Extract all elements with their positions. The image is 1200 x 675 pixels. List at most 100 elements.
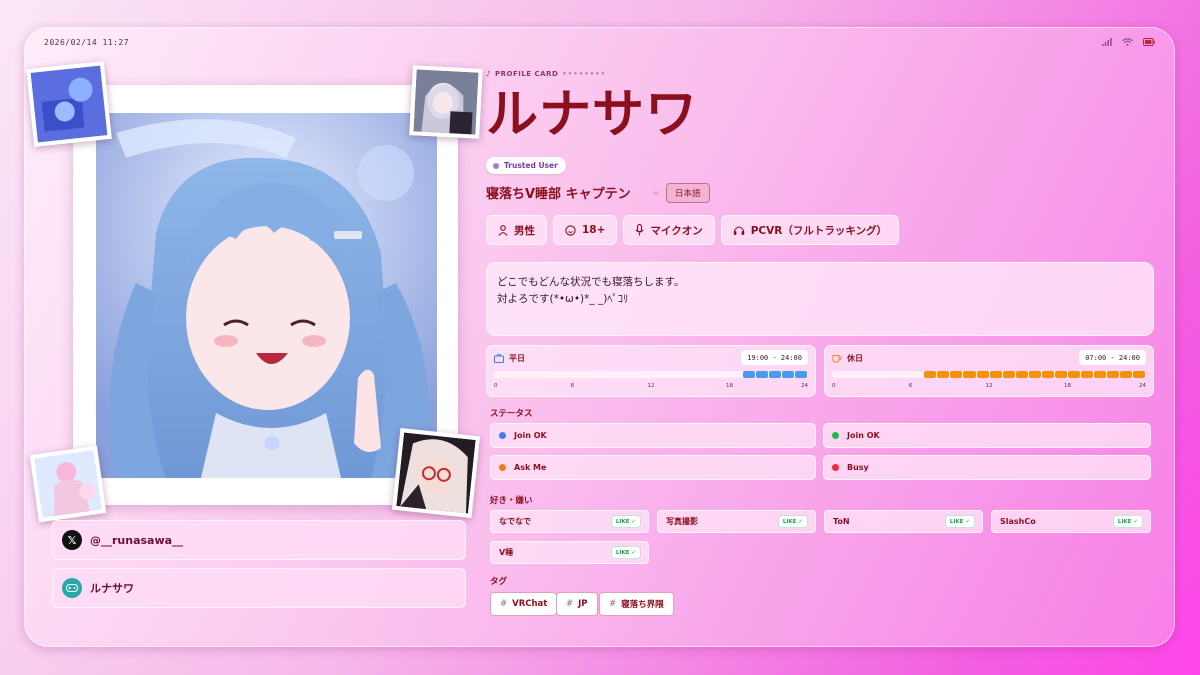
like-item: 写真撮影 LIKE ✓ bbox=[657, 510, 816, 533]
schedule-holiday: 休日 07:00 - 24:00 0 6 12 18 24 bbox=[824, 345, 1154, 397]
age-icon bbox=[565, 224, 576, 236]
holiday-text: 休日 bbox=[847, 354, 863, 363]
polaroid-top-right[interactable] bbox=[409, 65, 483, 139]
battery-icon bbox=[1143, 38, 1155, 46]
headset-icon bbox=[733, 225, 744, 235]
coffee-cup-icon bbox=[832, 355, 842, 363]
like-item: ToN LIKE ✓ bbox=[824, 510, 983, 533]
chip-gender-label: 男性 bbox=[514, 224, 535, 237]
status-dot-icon bbox=[499, 464, 506, 471]
chip-mic: マイクオン bbox=[623, 215, 715, 245]
hour-segment bbox=[911, 371, 923, 378]
like-label: V睡 bbox=[499, 548, 514, 557]
tick-label: 12 bbox=[647, 383, 655, 389]
person-icon bbox=[498, 224, 508, 236]
hour-segment bbox=[924, 371, 937, 378]
weekday-hours-bar bbox=[494, 371, 808, 378]
chip-platform: PCVR（フルトラッキング） bbox=[720, 215, 900, 245]
chip-mic-label: マイクオン bbox=[650, 224, 703, 237]
vrchat-account-row[interactable]: ルナサワ bbox=[52, 568, 466, 608]
like-badge-text: LIKE bbox=[1117, 518, 1132, 525]
snapshot-blue-room bbox=[30, 65, 108, 143]
music-note-icon: ♪ bbox=[486, 70, 491, 78]
hour-segment bbox=[859, 371, 871, 378]
polaroid-bottom-left[interactable] bbox=[29, 445, 107, 523]
hour-segment bbox=[898, 371, 910, 378]
hour-segment bbox=[833, 371, 845, 378]
like-label: 写真撮影 bbox=[666, 517, 698, 526]
like-badge-text: LIKE bbox=[782, 518, 797, 525]
datetime: 2026/02/14 11:27 bbox=[44, 37, 130, 47]
hour-segment bbox=[678, 371, 690, 378]
x-account-row[interactable]: 𝕏 @__runasawa__ bbox=[52, 520, 466, 560]
kicker-label: PROFILE CARD bbox=[494, 70, 559, 78]
language-badge: 日本語 bbox=[666, 183, 710, 203]
tick-label: 12 bbox=[985, 383, 993, 389]
hour-segment bbox=[495, 371, 507, 378]
hour-segment bbox=[1093, 371, 1106, 378]
bio-line: どこでもどんな状況でも寝落ちします。 bbox=[497, 276, 685, 288]
hash-icon: # bbox=[566, 599, 574, 609]
hour-segment bbox=[691, 371, 703, 378]
like-label: ToN bbox=[833, 517, 850, 526]
kicker-dots: •••••••• bbox=[562, 70, 607, 78]
hour-segment bbox=[717, 371, 729, 378]
hour-segment bbox=[937, 371, 950, 378]
hour-segment bbox=[599, 371, 611, 378]
separator-dot bbox=[654, 191, 658, 195]
tag-chip[interactable]: # VRChat bbox=[490, 592, 558, 616]
tag-chip[interactable]: # 寝落ち界隈 bbox=[599, 592, 674, 616]
weekday-ticks: 0 6 12 18 24 bbox=[494, 383, 808, 391]
check-icon: ✓ bbox=[965, 518, 970, 525]
trust-label: Trusted User bbox=[504, 161, 558, 170]
display-name: ルナサワ bbox=[486, 85, 699, 145]
polaroid-bottom-right[interactable] bbox=[391, 428, 481, 518]
hour-segment bbox=[534, 371, 546, 378]
like-badge: LIKE ✓ bbox=[611, 547, 640, 558]
x-logo-icon: 𝕏 bbox=[62, 530, 82, 550]
hour-segment bbox=[704, 371, 716, 378]
hour-segment bbox=[560, 371, 572, 378]
briefcase-icon bbox=[494, 354, 504, 363]
like-item: SlashCo LIKE ✓ bbox=[991, 510, 1151, 533]
like-badge: LIKE ✓ bbox=[945, 516, 974, 527]
hour-segment bbox=[573, 371, 585, 378]
tick-label: 24 bbox=[801, 383, 808, 389]
like-item: V睡 LIKE ✓ bbox=[490, 541, 649, 564]
hour-segment bbox=[846, 371, 858, 378]
status-item: Busy bbox=[823, 455, 1151, 480]
like-badge: LIKE ✓ bbox=[778, 516, 807, 527]
hour-segment bbox=[872, 371, 884, 378]
hour-segment bbox=[521, 371, 533, 378]
tick-label: 0 bbox=[832, 383, 836, 389]
hour-segment bbox=[885, 371, 897, 378]
hour-segment bbox=[730, 371, 742, 378]
status-item: Join OK bbox=[490, 423, 816, 448]
like-badge-text: LIKE bbox=[949, 518, 964, 525]
hour-segment bbox=[1028, 371, 1041, 378]
polaroid-top-left[interactable] bbox=[26, 61, 112, 147]
signal-icon bbox=[1102, 38, 1112, 46]
hour-segment bbox=[612, 371, 624, 378]
tag-label: 寝落ち界隈 bbox=[621, 600, 664, 610]
hour-segment bbox=[639, 371, 651, 378]
holiday-time: 07:00 - 24:00 bbox=[1079, 350, 1146, 365]
tick-label: 18 bbox=[726, 383, 733, 389]
tag-chip[interactable]: # JP bbox=[556, 592, 598, 616]
hour-segment bbox=[625, 371, 637, 378]
avatar-photo[interactable] bbox=[96, 113, 437, 478]
gamepad-icon bbox=[62, 578, 82, 598]
hour-segment bbox=[755, 371, 768, 378]
like-label: SlashCo bbox=[1000, 517, 1036, 526]
like-badge: LIKE ✓ bbox=[1113, 516, 1142, 527]
holiday-ticks: 0 6 12 18 24 bbox=[832, 383, 1146, 391]
like-badge: LIKE ✓ bbox=[611, 516, 640, 527]
tag-label: JP bbox=[578, 599, 588, 609]
vrchat-name: ルナサワ bbox=[90, 582, 134, 595]
check-icon: ✓ bbox=[798, 518, 803, 525]
holiday-hours-bar bbox=[832, 371, 1146, 378]
hour-segment bbox=[665, 371, 677, 378]
profile-card: 2026/02/14 11:27 𝕏 @__runasawa__ ルナサワ ♪ … bbox=[24, 27, 1175, 647]
tick-label: 6 bbox=[570, 383, 575, 389]
x-handle: @__runasawa__ bbox=[90, 533, 184, 547]
